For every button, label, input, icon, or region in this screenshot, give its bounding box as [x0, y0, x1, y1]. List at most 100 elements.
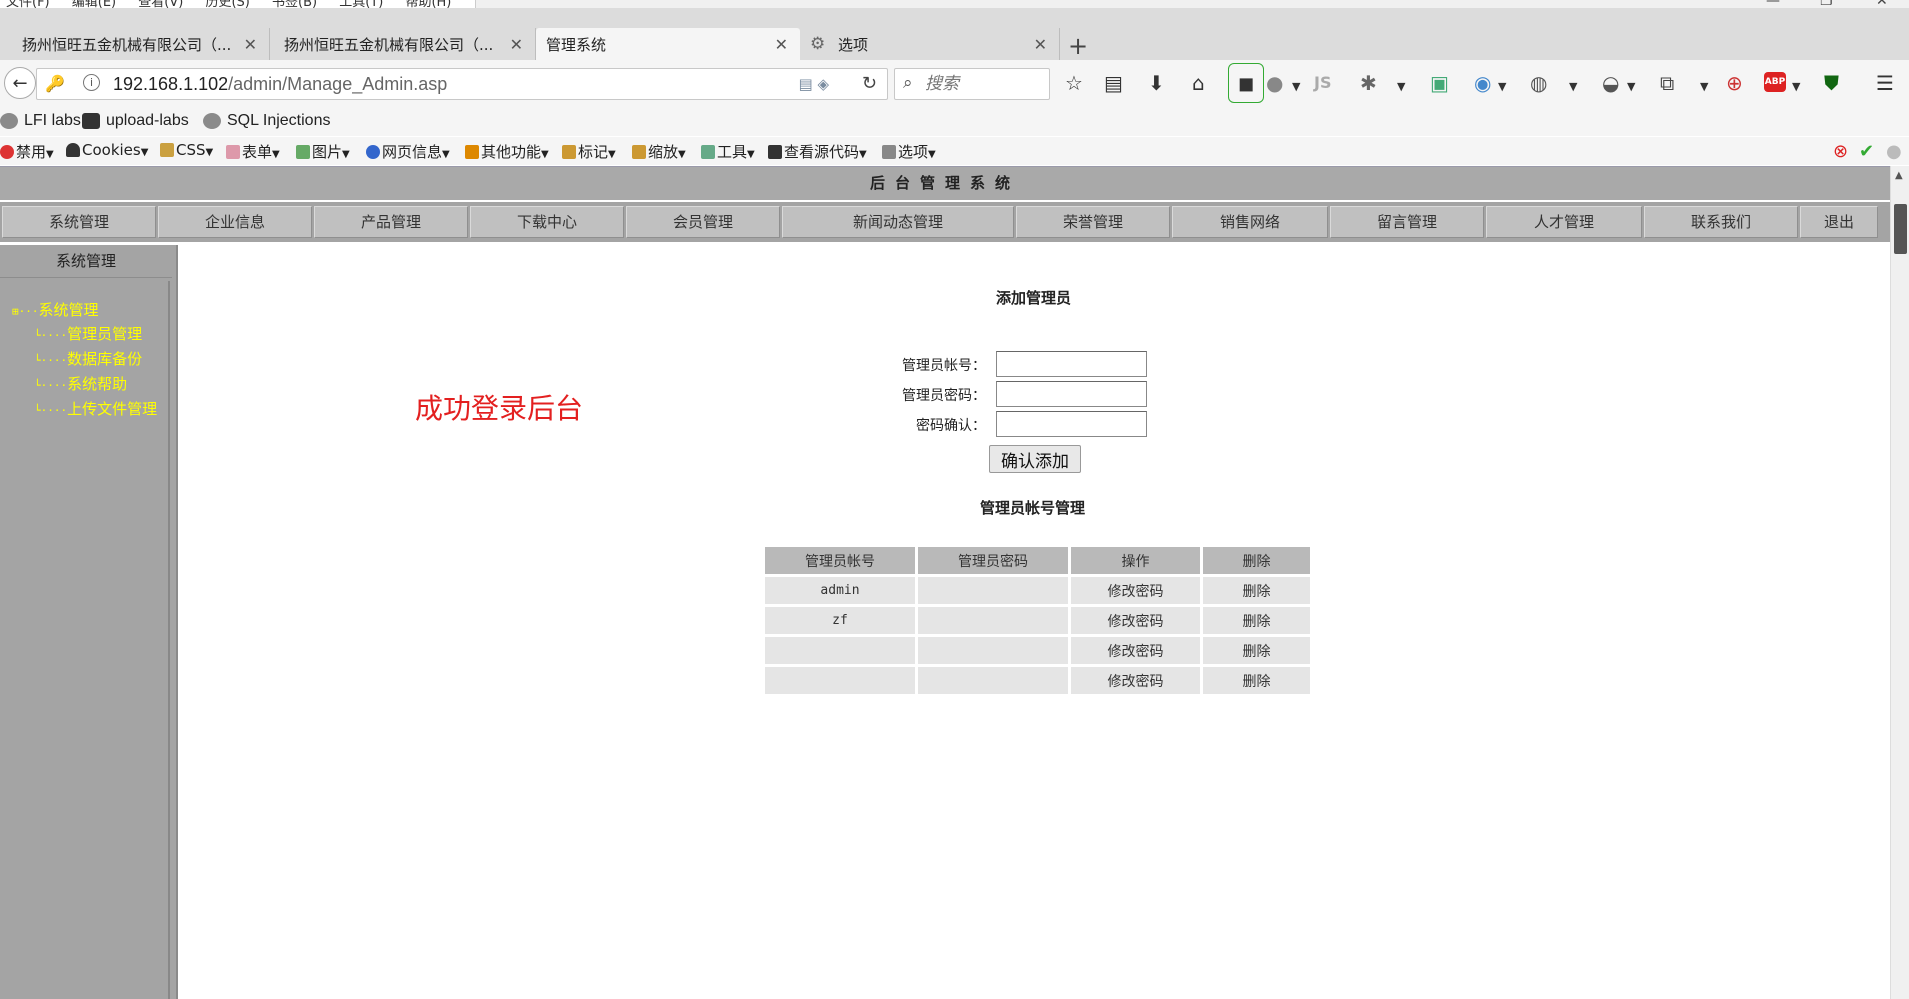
- dev-tools[interactable]: 工具▼: [701, 141, 755, 162]
- back-arrow-icon[interactable]: ←: [4, 67, 36, 99]
- info-icon[interactable]: i: [83, 74, 100, 91]
- nav-messages[interactable]: 留言管理: [1330, 206, 1484, 238]
- bookmark-sql-injections[interactable]: SQL Injections: [203, 112, 330, 130]
- bookmark-lfi-labs[interactable]: LFI labs: [0, 112, 81, 130]
- change-password-link[interactable]: 修改密码: [1071, 637, 1200, 664]
- scroll-thumb[interactable]: [1894, 204, 1907, 254]
- nav-company-info[interactable]: 企业信息: [158, 206, 312, 238]
- tab-2[interactable]: 扬州恒旺五金机械有限公司（... ✕: [270, 28, 536, 60]
- delete-link[interactable]: 删除: [1203, 607, 1310, 634]
- delete-link[interactable]: 删除: [1203, 577, 1310, 604]
- sidebar-item-db-backup[interactable]: └····数据库备份: [34, 348, 142, 369]
- chevron-down-icon[interactable]: ▼: [1498, 74, 1506, 100]
- expand-icon[interactable]: ⊞···: [12, 305, 39, 318]
- close-icon[interactable]: ✕: [775, 35, 788, 54]
- dev-view-source[interactable]: 查看源代码▼: [768, 141, 867, 162]
- page-icon[interactable]: ⧉: [1660, 70, 1674, 96]
- bug-icon[interactable]: ✱: [1360, 70, 1377, 96]
- account-input[interactable]: [996, 351, 1147, 377]
- nav-news[interactable]: 新闻动态管理: [782, 206, 1014, 238]
- sidebar-item-admin[interactable]: └····管理员管理: [34, 323, 142, 344]
- chrome-like-icon[interactable]: ◉: [1474, 70, 1491, 96]
- chevron-down-icon[interactable]: ▼: [1569, 74, 1577, 100]
- menu-file[interactable]: 文件(F): [6, 0, 50, 8]
- dev-forms[interactable]: 表单▼: [226, 141, 280, 162]
- delete-link[interactable]: 删除: [1203, 667, 1310, 694]
- close-icon[interactable]: ✕: [510, 35, 523, 54]
- nav-logout[interactable]: 退出: [1800, 206, 1878, 238]
- search-box[interactable]: ⌕: [894, 68, 1050, 100]
- menu-view[interactable]: 查看(V): [138, 0, 183, 8]
- minimize-icon[interactable]: —: [1766, 0, 1780, 8]
- vertical-scrollbar[interactable]: ▲: [1890, 166, 1909, 999]
- sidebar-item-help[interactable]: └····系统帮助: [34, 373, 127, 394]
- close-icon[interactable]: ✕: [244, 35, 257, 54]
- dev-cookies[interactable]: Cookies▼: [66, 141, 148, 159]
- nav-members[interactable]: 会员管理: [626, 206, 780, 238]
- dev-outline[interactable]: 标记▼: [562, 141, 616, 162]
- home-icon[interactable]: ⌂: [1192, 70, 1205, 96]
- star-icon[interactable]: ☆: [1065, 70, 1083, 96]
- menu-help[interactable]: 帮助(H): [405, 0, 451, 8]
- chevron-down-icon[interactable]: ▼: [1700, 74, 1708, 100]
- reload-icon[interactable]: ↻: [862, 73, 877, 94]
- dev-disable[interactable]: 禁用▼: [0, 141, 54, 162]
- reader-icon[interactable]: ▤: [1104, 70, 1123, 96]
- hamburger-menu-icon[interactable]: ☰: [1876, 70, 1894, 96]
- download-icon[interactable]: ⬇: [1148, 70, 1165, 96]
- bookmark-upload-labs[interactable]: upload-labs: [82, 112, 189, 130]
- chevron-down-icon[interactable]: ▼: [1792, 74, 1800, 100]
- dev-page-info[interactable]: 网页信息▼: [366, 141, 450, 162]
- js-icon[interactable]: JS: [1314, 70, 1331, 96]
- sidebar-root[interactable]: ⊞···系统管理: [12, 299, 99, 320]
- hackbar-icon[interactable]: ⊕: [1726, 70, 1743, 96]
- change-password-link[interactable]: 修改密码: [1071, 607, 1200, 634]
- confirm-password-input[interactable]: [996, 411, 1147, 437]
- dev-options[interactable]: 选项▼: [882, 141, 936, 162]
- nav-contact[interactable]: 联系我们: [1644, 206, 1798, 238]
- nav-downloads[interactable]: 下载中心: [470, 206, 624, 238]
- checkmark-icon[interactable]: ✔: [1859, 141, 1874, 162]
- hat-icon[interactable]: ◒: [1602, 70, 1619, 96]
- dev-misc[interactable]: 其他功能▼: [465, 141, 549, 162]
- palette-icon[interactable]: ◍: [1530, 70, 1547, 96]
- tab-admin[interactable]: 管理系统 ✕: [536, 28, 800, 60]
- chevron-down-icon[interactable]: ▼: [1397, 74, 1405, 100]
- chevron-down-icon[interactable]: ▼: [1627, 74, 1635, 100]
- screenshot-icon[interactable]: ▣: [1430, 70, 1449, 96]
- chevron-down-icon[interactable]: ▼: [1292, 74, 1300, 100]
- menu-edit[interactable]: 编辑(E): [72, 0, 116, 8]
- menu-history[interactable]: 历史(S): [205, 0, 249, 8]
- change-password-link[interactable]: 修改密码: [1071, 667, 1200, 694]
- nav-honors[interactable]: 荣誉管理: [1016, 206, 1170, 238]
- close-window-icon[interactable]: ✕: [1876, 0, 1888, 8]
- scroll-up-icon[interactable]: ▲: [1895, 170, 1903, 181]
- sidebar-item-uploads[interactable]: └····上传文件管理: [34, 398, 157, 419]
- nav-system[interactable]: 系统管理: [2, 206, 156, 238]
- menu-tools[interactable]: 工具(T): [339, 0, 383, 8]
- delete-link[interactable]: 删除: [1203, 637, 1310, 664]
- adblock-icon[interactable]: ABP: [1764, 72, 1786, 92]
- close-icon[interactable]: ✕: [1034, 35, 1047, 54]
- change-password-link[interactable]: 修改密码: [1071, 577, 1200, 604]
- error-icon[interactable]: ⊗: [1833, 141, 1848, 162]
- extension-flag-icon[interactable]: ◼: [1228, 63, 1264, 103]
- dev-resize[interactable]: 缩放▼: [632, 141, 686, 162]
- password-input[interactable]: [996, 381, 1147, 407]
- confirm-add-button[interactable]: 确认添加: [989, 445, 1081, 473]
- new-tab-icon[interactable]: +: [1068, 34, 1088, 58]
- globe-icon[interactable]: ●: [1266, 70, 1283, 96]
- wrench-icon: [701, 145, 715, 159]
- menu-bookmarks[interactable]: 书签(B): [272, 0, 317, 8]
- nav-products[interactable]: 产品管理: [314, 206, 468, 238]
- search-input[interactable]: [925, 73, 1043, 95]
- address-bar[interactable]: 🔑 i 192.168.1.102/admin/Manage_Admin.asp…: [36, 68, 888, 100]
- tab-options[interactable]: ⚙ 选项 ✕: [800, 28, 1060, 60]
- restore-icon[interactable]: ❐: [1820, 0, 1833, 8]
- nav-sales-network[interactable]: 销售网络: [1172, 206, 1328, 238]
- nav-talent[interactable]: 人才管理: [1486, 206, 1642, 238]
- shield-icon[interactable]: ⛊: [1824, 70, 1839, 96]
- dev-images[interactable]: 图片▼: [296, 141, 350, 162]
- dev-css[interactable]: CSS▼: [160, 141, 213, 159]
- tab-1[interactable]: 扬州恒旺五金机械有限公司（... ✕: [0, 28, 270, 60]
